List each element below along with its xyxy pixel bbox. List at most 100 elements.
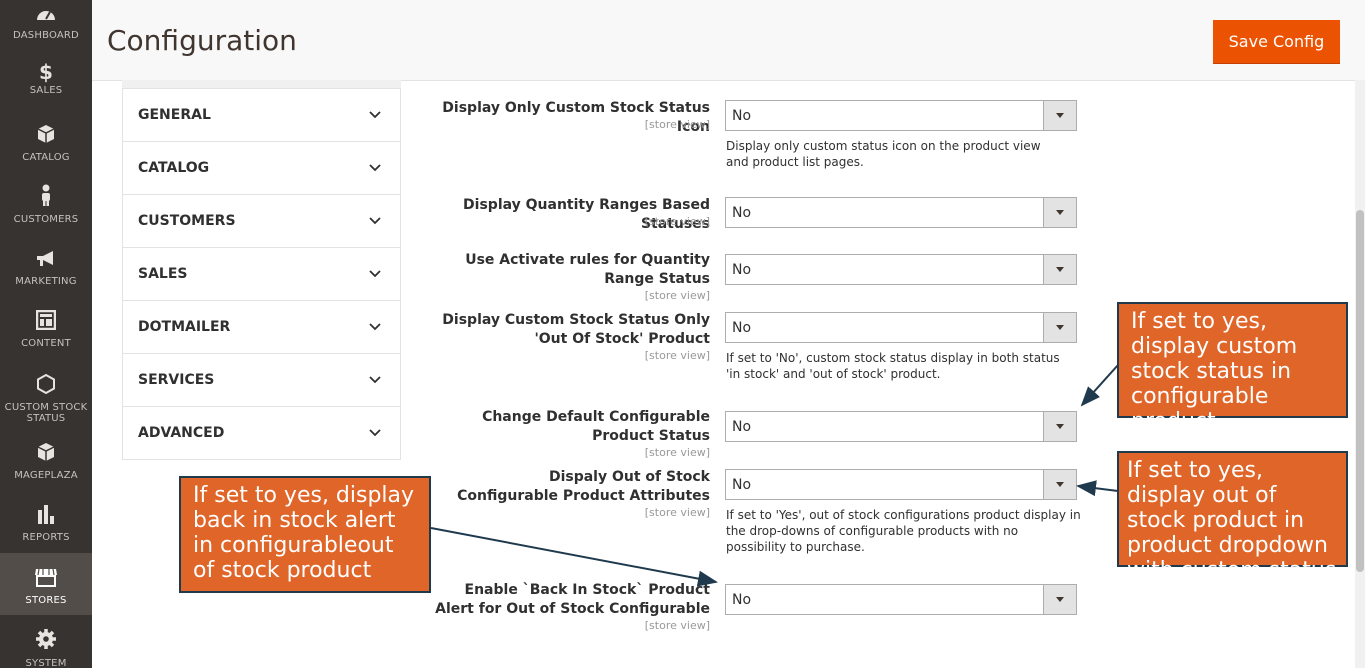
scope-label: [store view] <box>644 619 710 632</box>
tab-customers[interactable]: CUSTOMERS <box>123 194 400 247</box>
tab-label: CATALOG <box>138 160 210 176</box>
person-icon <box>0 184 92 211</box>
hexagon-icon <box>0 373 92 399</box>
change-default-configurable-select[interactable]: No <box>725 411 1077 442</box>
field-label: Change Default Configurable Product Stat… <box>482 409 710 444</box>
chevron-down-icon <box>369 376 381 384</box>
nav-label: SALES <box>29 85 63 96</box>
layout-icon <box>0 309 92 335</box>
scope-label: [store view] <box>644 118 710 131</box>
chevron-down-icon <box>369 217 381 225</box>
nav-marketing[interactable]: MARKETING <box>0 250 92 302</box>
store-icon <box>0 567 92 592</box>
select-value: No <box>732 419 752 435</box>
nav-label: MAGEPLAZA <box>14 470 78 481</box>
scope-label: [store view] <box>644 349 710 362</box>
arrow-to-back-in-stock <box>430 527 718 587</box>
dropdown-arrow-icon <box>1043 198 1076 227</box>
scope-label: [store view] <box>644 215 710 228</box>
select-value: No <box>732 477 752 493</box>
field-label: Dispaly Out of Stock Configurable Produc… <box>457 469 710 504</box>
scope-label: [store view] <box>644 289 710 302</box>
arrow-to-dropdown-attributes <box>1076 480 1119 497</box>
nav-label: STORES <box>25 595 67 606</box>
out-of-stock-attributes-select[interactable]: No <box>725 469 1077 500</box>
nav-content[interactable]: CONTENT <box>0 309 92 362</box>
tab-label: ADVANCED <box>138 425 225 441</box>
callout-dropdown-status: If set to yes, display out of stock prod… <box>1117 451 1348 583</box>
field-label: Display Custom Stock Status Only 'Out Of… <box>442 312 710 347</box>
nav-custom-stock-status[interactable]: CUSTOM STOCK STATUS <box>0 373 92 430</box>
scope-label: [store view] <box>644 446 710 459</box>
nav-label: DASHBOARD <box>13 30 79 41</box>
tab-label: SALES <box>138 266 188 282</box>
callout-configurable-status: If set to yes, display custom stock stat… <box>1117 302 1348 434</box>
nav-label: CUSTOMERS <box>13 214 79 225</box>
dropdown-arrow-icon <box>1043 470 1076 499</box>
tabs-top-edge <box>122 80 401 88</box>
tab-services[interactable]: SERVICES <box>123 353 400 406</box>
select-value: No <box>732 205 752 221</box>
nav-label: SYSTEM <box>25 658 67 669</box>
nav-stores[interactable]: STORES <box>0 553 92 615</box>
field-note: Display only custom status icon on the p… <box>726 139 1041 169</box>
chevron-down-icon <box>369 111 381 119</box>
field-label: Enable `Back In Stock` Product Alert for… <box>435 582 710 617</box>
activate-rules-select[interactable]: No <box>725 254 1077 285</box>
cube-icon <box>0 442 92 467</box>
tab-catalog[interactable]: CATALOG <box>123 141 400 194</box>
quantity-ranges-select[interactable]: No <box>725 197 1077 228</box>
dropdown-arrow-icon <box>1043 255 1076 284</box>
nav-customers[interactable]: CUSTOMERS <box>0 184 92 236</box>
tab-general[interactable]: GENERAL <box>123 88 400 141</box>
nav-reports[interactable]: REPORTS <box>0 504 92 556</box>
dropdown-arrow-icon <box>1043 313 1076 342</box>
admin-sidebar: DASHBOARD $ SALES CATALOG CUSTOMERS MARK… <box>0 0 92 669</box>
bar-chart-icon <box>0 504 92 529</box>
nav-system[interactable]: SYSTEM <box>0 628 92 669</box>
chevron-down-icon <box>369 270 381 278</box>
dropdown-arrow-icon <box>1043 101 1076 130</box>
nav-mageplaza[interactable]: MAGEPLAZA <box>0 442 92 494</box>
tab-label: DOTMAILER <box>138 319 231 335</box>
select-value: No <box>732 592 752 608</box>
megaphone-icon <box>0 250 92 273</box>
select-value: No <box>732 262 752 278</box>
dollar-icon: $ <box>39 60 53 84</box>
save-config-button[interactable]: Save Config <box>1213 20 1340 64</box>
back-in-stock-alert-select[interactable]: No <box>725 584 1077 615</box>
dropdown-arrow-icon <box>1043 412 1076 441</box>
chevron-down-icon <box>369 429 381 437</box>
tab-dotmailer[interactable]: DOTMAILER <box>123 300 400 353</box>
gear-icon <box>0 628 92 655</box>
display-only-icon-select[interactable]: No <box>725 100 1077 131</box>
nav-label: MARKETING <box>15 276 77 287</box>
nav-label: CONTENT <box>21 338 71 349</box>
nav-dashboard[interactable]: DASHBOARD <box>0 0 92 52</box>
field-label: Use Activate rules for Quantity Range St… <box>465 252 710 287</box>
nav-label: CATALOG <box>22 152 70 163</box>
select-value: No <box>732 108 752 124</box>
chevron-down-icon <box>369 164 381 172</box>
chevron-down-icon <box>369 323 381 331</box>
field-note: If set to 'No', custom stock status disp… <box>726 351 1060 381</box>
dashboard-icon <box>0 6 92 27</box>
nav-sales[interactable]: $ SALES <box>0 62 92 114</box>
tab-label: SERVICES <box>138 372 215 388</box>
tab-sales[interactable]: SALES <box>123 247 400 300</box>
page-title: Configuration <box>107 24 297 57</box>
tab-advanced[interactable]: ADVANCED <box>123 406 400 459</box>
box-icon <box>0 124 92 149</box>
out-of-stock-only-select[interactable]: No <box>725 312 1077 343</box>
arrow-to-configurable-status <box>1080 364 1119 407</box>
nav-catalog[interactable]: CATALOG <box>0 124 92 176</box>
tab-label: CUSTOMERS <box>138 213 236 229</box>
dropdown-arrow-icon <box>1043 585 1076 614</box>
nav-label: CUSTOM STOCK STATUS <box>4 402 88 424</box>
field-note: If set to 'Yes', out of stock configurat… <box>726 508 1081 554</box>
config-tabs: GENERAL CATALOG CUSTOMERS SALES DOTMAILE… <box>122 88 401 460</box>
scrollbar-thumb[interactable] <box>1356 210 1364 572</box>
tab-label: GENERAL <box>138 107 211 123</box>
select-value: No <box>732 320 752 336</box>
callout-back-in-stock: If set to yes, display back in stock ale… <box>179 476 431 593</box>
